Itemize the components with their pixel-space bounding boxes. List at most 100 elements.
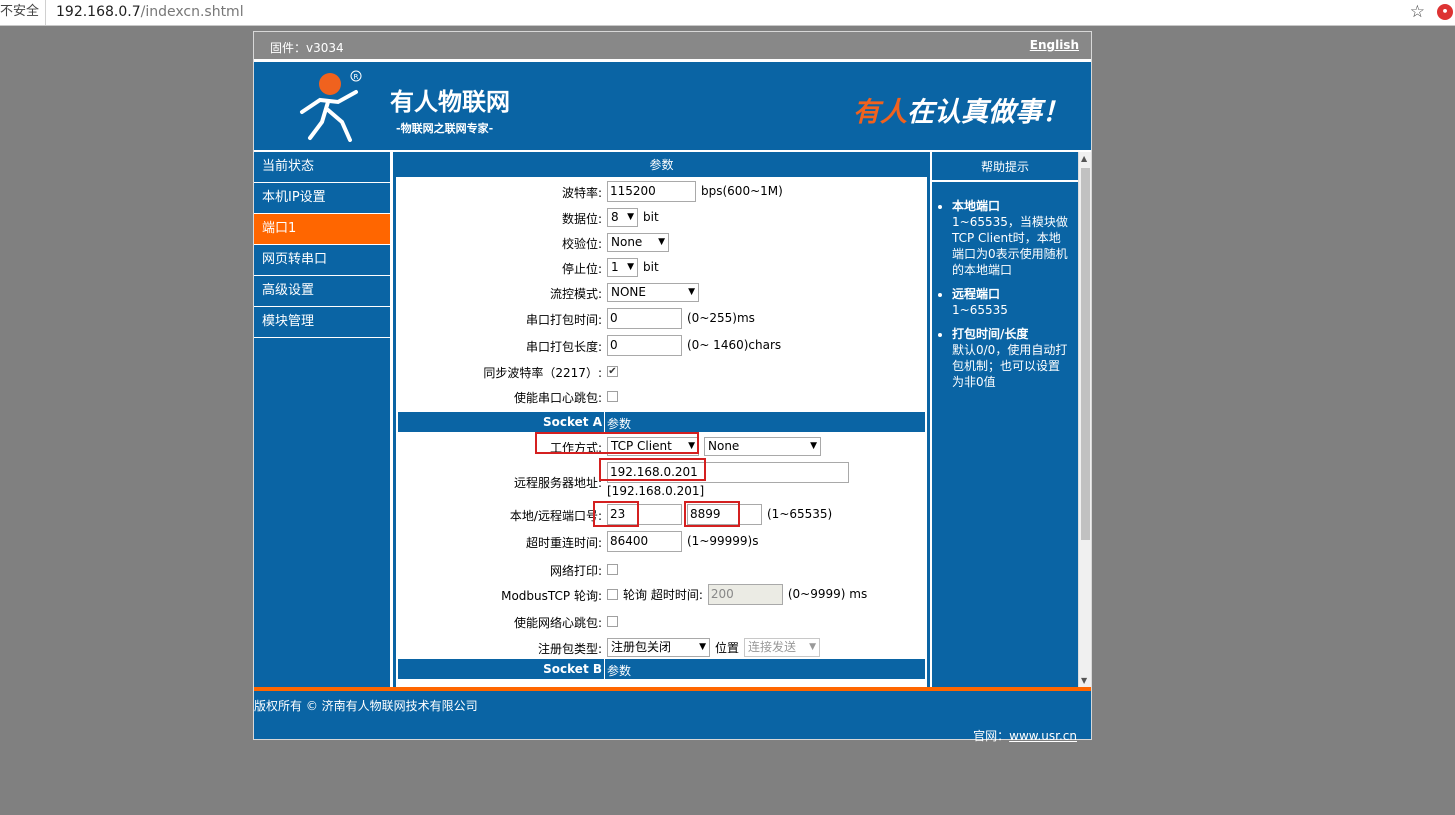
nav-item-advanced[interactable]: 高级设置 bbox=[254, 276, 390, 307]
slogan-rest: 在认真做事！ bbox=[907, 97, 1069, 128]
reconnect-row: 超时重连时间: 86400 (1~99999)s bbox=[396, 529, 927, 553]
parity-select[interactable]: None ▼ bbox=[607, 232, 669, 252]
netprint-checkbox[interactable] bbox=[607, 563, 618, 575]
copyright-text: 版权所有 © 济南有人物联网技术有限公司 bbox=[254, 699, 478, 713]
packtime-input[interactable]: 0 bbox=[607, 307, 682, 329]
modbus-timeout-input[interactable]: 200 bbox=[707, 583, 783, 605]
chevron-down-icon: ▼ bbox=[688, 286, 695, 297]
syncbaud-row: 同步波特率（2217）: ✔ bbox=[396, 359, 927, 383]
logo-icon: R bbox=[300, 70, 362, 142]
modbus-unit: (0~9999) ms bbox=[787, 587, 868, 601]
socket-b-header: Socket B 参数 bbox=[398, 659, 925, 679]
stopbits-unit: bit bbox=[643, 260, 659, 274]
net-heartbeat-checkbox[interactable] bbox=[607, 615, 618, 627]
site-link[interactable]: www.usr.cn bbox=[1009, 729, 1077, 743]
slogan: 有人在认真做事！ bbox=[853, 90, 1069, 129]
help-item-text: 1~65535 bbox=[952, 303, 1008, 317]
syncbaud-checkbox[interactable]: ✔ bbox=[607, 365, 618, 377]
url-path: /indexcn.shtml bbox=[140, 4, 244, 20]
remote-server-hint: [192.168.0.201] bbox=[607, 484, 705, 498]
reconnect-input[interactable]: 86400 bbox=[607, 530, 682, 552]
flow-value: NONE bbox=[611, 284, 646, 299]
netprint-label: 网络打印: bbox=[549, 564, 602, 578]
stopbits-value: 1 bbox=[611, 259, 619, 274]
chevron-down-icon: ▼ bbox=[809, 641, 817, 652]
highlight-remote-port bbox=[684, 501, 740, 527]
stopbits-select[interactable]: 1 ▼ bbox=[607, 257, 638, 277]
slogan-highlight: 有人 bbox=[853, 97, 907, 128]
help-item-title: 打包时间/长度 bbox=[952, 327, 1029, 341]
mode-extra-select[interactable]: None ▼ bbox=[704, 436, 821, 456]
config-page: 固件：v3034 English R 有人物联网 -物联网之联网专家- 有人在认… bbox=[253, 31, 1092, 743]
help-item-text: 1~65535，当模块做TCP Client时，本地端口为0表示使用随机的本地端… bbox=[952, 215, 1068, 277]
modbus-poll-text: 轮询 超时时间: bbox=[623, 587, 703, 602]
brand-subtitle: -物联网之联网专家- bbox=[396, 122, 494, 135]
socket-a-param: 参数 bbox=[607, 417, 632, 431]
modbus-checkbox[interactable] bbox=[607, 588, 618, 600]
nav-item-status[interactable]: 当前状态 bbox=[254, 152, 390, 183]
packlen-row: 串口打包长度: 0 (0~ 1460)chars bbox=[396, 333, 927, 357]
socket-a-header: Socket A 参数 bbox=[398, 412, 925, 432]
packlen-input[interactable]: 0 bbox=[607, 334, 682, 356]
url-host: 192.168.0.7 bbox=[56, 4, 141, 20]
nav-item-web-serial[interactable]: 网页转串口 bbox=[254, 245, 390, 276]
databits-select[interactable]: 8 ▼ bbox=[607, 207, 638, 227]
flow-select[interactable]: NONE ▼ bbox=[607, 282, 699, 302]
baud-input[interactable]: 115200 bbox=[607, 180, 696, 202]
socket-a-title: Socket A bbox=[543, 415, 602, 429]
reconnect-label: 超时重连时间: bbox=[525, 536, 602, 550]
nav-item-ip-settings[interactable]: 本机IP设置 bbox=[254, 183, 390, 214]
register-position-label: 位置 bbox=[715, 640, 740, 655]
parity-value: None bbox=[611, 234, 643, 249]
official-site: 官网：www.usr.cn bbox=[973, 727, 1077, 744]
packtime-unit: (0~255)ms bbox=[687, 311, 755, 325]
modbus-row: ModbusTCP 轮询: 轮询 超时时间: 200 (0~9999) ms bbox=[396, 582, 927, 606]
scrollbar-thumb[interactable] bbox=[1081, 168, 1090, 540]
footer: 版权所有 © 济南有人物联网技术有限公司 官网：www.usr.cn bbox=[254, 687, 1091, 743]
help-item: 远程端口 1~65535 bbox=[952, 286, 1070, 318]
packlen-label: 串口打包长度: bbox=[525, 340, 602, 354]
chevron-down-icon: ▼ bbox=[810, 440, 817, 451]
mode-extra-value: None bbox=[708, 438, 740, 453]
reconnect-unit: (1~99999)s bbox=[687, 534, 759, 548]
syncbaud-label: 同步波特率（2217）: bbox=[483, 366, 602, 380]
stopbits-label: 停止位: bbox=[561, 262, 602, 276]
english-link[interactable]: English bbox=[1030, 38, 1079, 52]
serial-heartbeat-checkbox[interactable] bbox=[607, 390, 618, 402]
databits-label: 数据位: bbox=[561, 212, 602, 226]
register-label: 注册包类型: bbox=[537, 642, 602, 656]
scroll-down-icon[interactable]: ▼ bbox=[1081, 676, 1087, 685]
register-value: 注册包关闭 bbox=[611, 639, 672, 654]
parity-label: 校验位: bbox=[561, 237, 602, 251]
scrollbar[interactable]: ▲ ▼ bbox=[1078, 152, 1091, 687]
url-field[interactable]: 192.168.0.7/indexcn.shtml bbox=[56, 0, 244, 24]
register-position-value: 连接发送 bbox=[748, 639, 797, 654]
remote-server-label: 远程服务器地址: bbox=[513, 476, 602, 490]
security-indicator[interactable]: 不安全 bbox=[0, 0, 47, 25]
help-item: 打包时间/长度默认0/0，使用自动打包机制；也可以设置为非0值 bbox=[952, 326, 1070, 390]
databits-value: 8 bbox=[611, 209, 619, 224]
register-row: 注册包类型: 注册包关闭 ▼ 位置 连接发送 ▼ bbox=[396, 635, 927, 659]
nav-item-port1[interactable]: 端口1 bbox=[254, 214, 390, 245]
help-list: 本地端口 1~65535，当模块做TCP Client时，本地端口为0表示使用随机… bbox=[932, 182, 1078, 390]
stopbits-row: 停止位: 1 ▼ bit bbox=[396, 255, 927, 279]
extension-icon[interactable]: • bbox=[1437, 4, 1453, 20]
nav-item-module-management[interactable]: 模块管理 bbox=[254, 307, 390, 338]
chevron-down-icon: ▼ bbox=[699, 641, 706, 652]
site-label: 官网： bbox=[973, 729, 1010, 743]
highlight-local-port bbox=[593, 501, 639, 527]
scroll-up-icon[interactable]: ▲ bbox=[1081, 154, 1087, 163]
net-heartbeat-row: 使能网络心跳包: bbox=[396, 609, 927, 633]
header-banner: R 有人物联网 -物联网之联网专家- 有人在认真做事！ bbox=[254, 62, 1091, 150]
firmware-version: 固件：v3034 bbox=[270, 41, 344, 55]
left-navigation: 当前状态 本机IP设置 端口1 网页转串口 高级设置 模块管理 bbox=[254, 152, 390, 687]
highlight-remote-ip bbox=[599, 458, 706, 481]
help-heading: 帮助提示 bbox=[932, 152, 1078, 182]
chevron-down-icon: ▼ bbox=[627, 211, 634, 222]
register-position-select[interactable]: 连接发送 ▼ bbox=[744, 637, 821, 657]
serial-heartbeat-row: 使能串口心跳包: bbox=[396, 384, 927, 408]
register-select[interactable]: 注册包关闭 ▼ bbox=[607, 637, 710, 657]
parity-row: 校验位: None ▼ bbox=[396, 230, 927, 254]
bookmark-star-icon[interactable]: ☆ bbox=[1410, 2, 1425, 22]
help-item: 本地端口 1~65535，当模块做TCP Client时，本地端口为0表示使用随机… bbox=[952, 198, 1070, 278]
